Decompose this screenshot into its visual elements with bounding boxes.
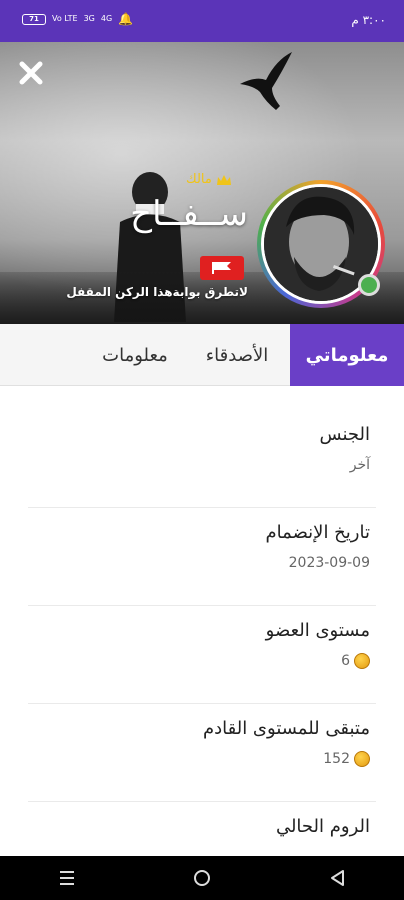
- back-icon: [330, 870, 344, 886]
- info-label: الروم الحالي: [275, 816, 370, 837]
- profile-cover: مالك ســفــاح لاتطرق بوابةهذا الركن المق…: [0, 42, 404, 324]
- info-value: آخر: [28, 457, 370, 473]
- volte-signal-icon: Vo LTE: [52, 14, 78, 23]
- info-value: 152: [28, 751, 370, 767]
- recents-button[interactable]: [47, 858, 87, 898]
- recents-icon: [60, 871, 75, 885]
- info-label: متبقى للمستوى القادم: [202, 718, 370, 739]
- battery-level: 71: [29, 15, 39, 23]
- bird-image: [240, 52, 292, 110]
- level-value: 6: [341, 653, 350, 669]
- info-item-level: مستوى العضو 6: [28, 620, 376, 704]
- points-coin-icon: [354, 751, 370, 767]
- profile-tabs: معلوماتي الأصدقاء معلومات: [0, 324, 404, 386]
- status-icons: 71 Vo LTE 3G 4G 🔔: [22, 12, 133, 26]
- tab-friends[interactable]: الأصدقاء: [184, 324, 290, 386]
- profile-bio: لاتطرق بوابةهذا الركن المقفل: [66, 285, 248, 299]
- tab-info[interactable]: معلومات: [86, 324, 184, 386]
- online-status-dot: [358, 274, 380, 296]
- join-date-value: 2023-09-09: [288, 555, 370, 571]
- info-value: 6: [28, 653, 370, 669]
- close-icon: [19, 61, 43, 85]
- navigation-bar: [0, 856, 404, 900]
- status-bar: 71 Vo LTE 3G 4G 🔔 ٣:٠٠ م: [0, 0, 404, 42]
- report-flag-button[interactable]: [200, 256, 244, 280]
- info-label: الجنس: [319, 424, 370, 445]
- profile-username: ســفــاح: [130, 194, 248, 234]
- info-label: مستوى العضو: [265, 620, 370, 641]
- info-label: تاريخ الإنضمام: [265, 522, 370, 543]
- level-coin-icon: [354, 653, 370, 669]
- info-value: 2023-09-09: [28, 555, 370, 571]
- bell-icon: 🔔: [118, 12, 134, 26]
- battery-icon: 71: [22, 13, 46, 25]
- tab-my-info[interactable]: معلوماتي: [290, 324, 404, 386]
- info-item-current-room: الروم الحالي: [28, 816, 376, 856]
- close-button[interactable]: [16, 60, 46, 90]
- status-time: ٣:٠٠ م: [351, 13, 386, 27]
- crown-icon: [216, 174, 231, 185]
- info-list: الجنس آخر تاريخ الإنضمام 2023-09-09 مستو…: [0, 386, 404, 856]
- gender-value: آخر: [349, 457, 370, 473]
- info-item-join-date: تاريخ الإنضمام 2023-09-09: [28, 522, 376, 606]
- info-item-next-level: متبقى للمستوى القادم 152: [28, 718, 376, 802]
- owner-badge: مالك: [186, 172, 232, 187]
- 4g-signal-icon: 4G: [100, 14, 113, 23]
- 3g-signal-icon: 3G: [83, 14, 95, 23]
- home-icon: [193, 870, 210, 886]
- back-button[interactable]: [317, 858, 357, 898]
- next-level-value: 152: [323, 751, 350, 767]
- home-button[interactable]: [182, 858, 222, 898]
- owner-label: مالك: [186, 172, 212, 187]
- flag-icon: [212, 262, 231, 274]
- info-item-gender: الجنس آخر: [28, 424, 376, 508]
